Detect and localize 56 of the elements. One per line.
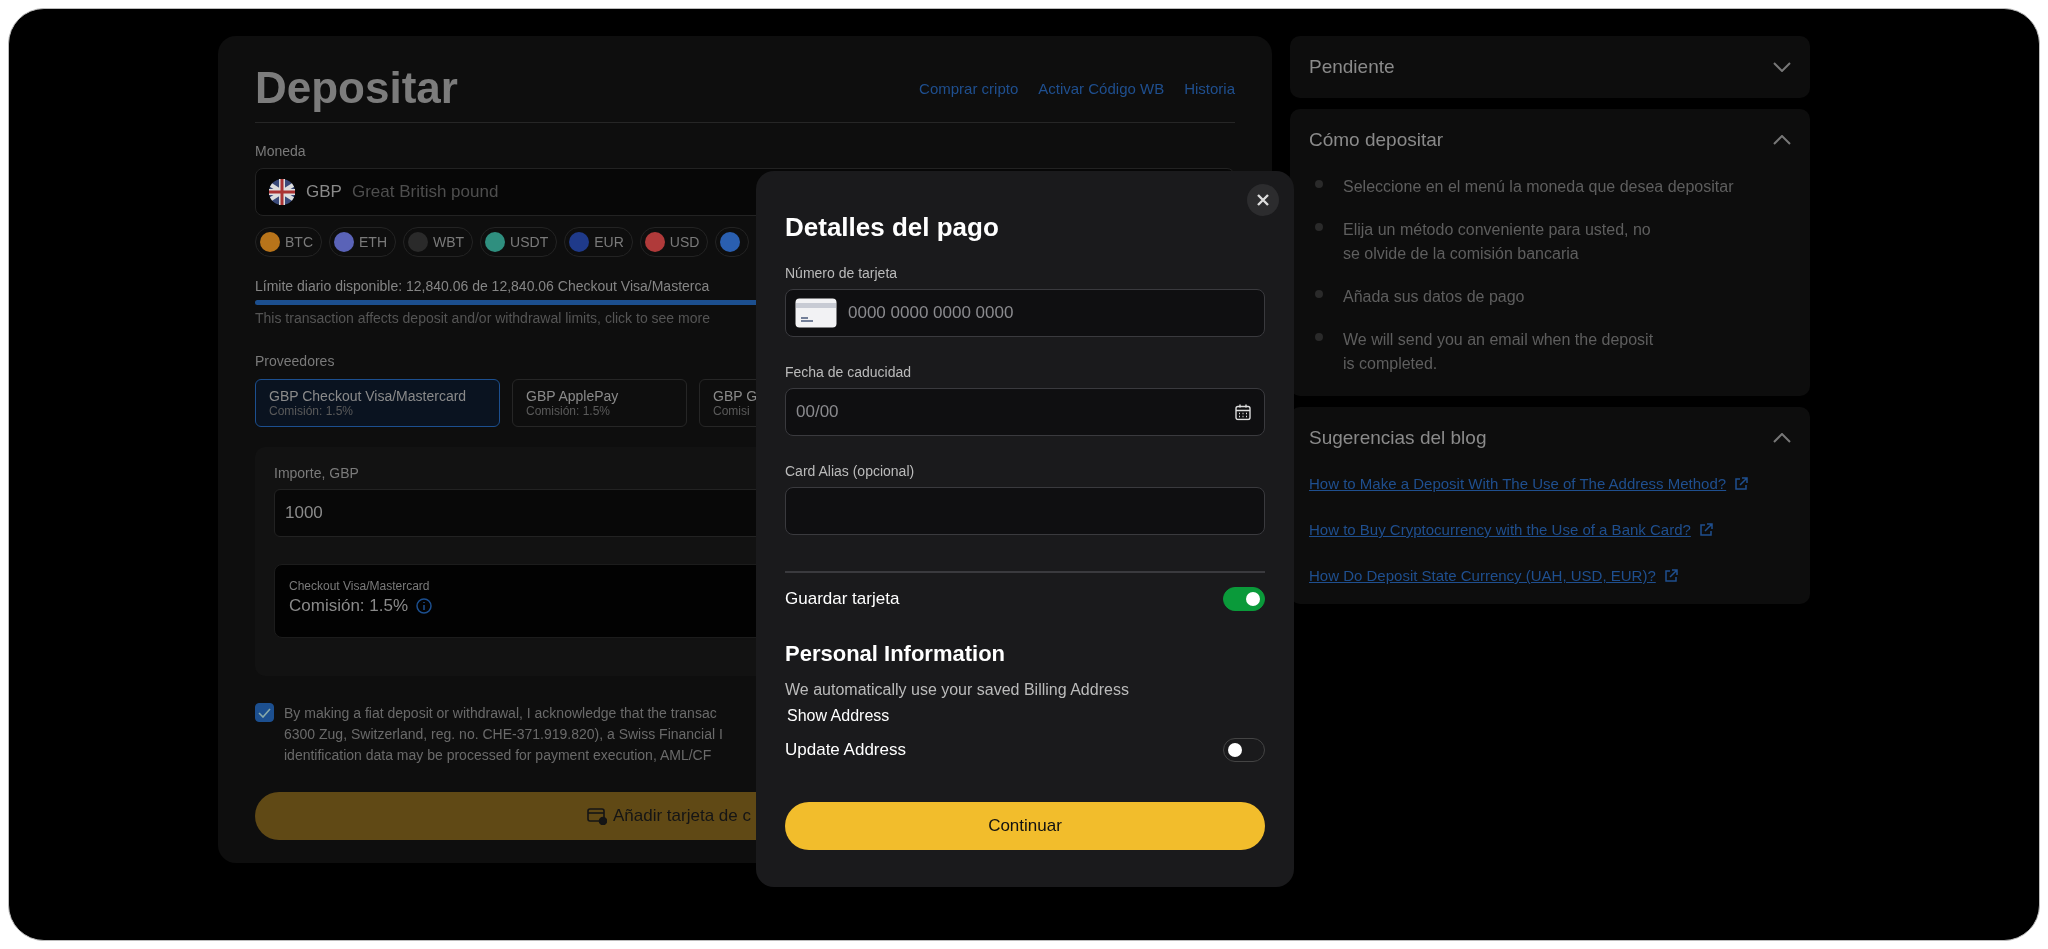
step-dot (1315, 290, 1323, 298)
toggle-label: Update Address (785, 740, 906, 760)
provider-option[interactable]: GBP ApplePay Comisión: 1.5% (512, 379, 687, 427)
info-text: We automatically use your saved Billing Address (785, 681, 1130, 699)
consent-checkbox[interactable] (255, 703, 274, 722)
field-label: Importe, GBP (274, 465, 359, 481)
header-link[interactable]: Historia (1184, 79, 1235, 97)
external-link-icon (1698, 522, 1713, 537)
field-label: Card Alias (opcional) (785, 463, 916, 479)
blog-link[interactable]: How Do Deposit State Currency (UAH, USD, EUR)? (1309, 567, 1656, 584)
field-label: Proveedores (255, 353, 335, 369)
blog-link[interactable]: How to Buy Cryptocurrency with the Use of a Bank Card? (1309, 521, 1691, 538)
currency-name: Great British pound (351, 182, 499, 202)
limit-text: Límite diario disponible: 12,840.06 de 12,840.06 Checkout Visa/Masterca (255, 278, 710, 294)
blog-card-title[interactable]: Sugerencias del blog (1309, 427, 1487, 449)
field-label: Moneda (255, 143, 306, 159)
info-icon[interactable] (416, 598, 433, 614)
step-dot (1315, 223, 1323, 231)
field-label: Número de tarjeta (785, 265, 899, 281)
chevron-down-icon[interactable] (1773, 62, 1791, 72)
update-address-toggle[interactable] (1223, 738, 1265, 762)
input-field[interactable] (785, 487, 1265, 535)
add-card-icon (587, 807, 607, 825)
step-dot (1315, 180, 1323, 188)
step-dot (1315, 333, 1323, 341)
save-card-toggle[interactable] (1223, 587, 1265, 611)
currency-code: GBP (306, 182, 342, 202)
consent-text: By making a fiat deposit or withdrawal, I acknowledge that the transac 6300 Zug, Switzerland, reg. no. CHE-371.919.820), a Swiss Financial I identification data may be processed for payment execution, AML/CF (284, 704, 723, 765)
header-link[interactable]: Comprar cripto (919, 79, 1019, 97)
close-button[interactable] (1247, 184, 1279, 216)
steps-card-title[interactable]: Cómo depositar (1309, 129, 1444, 151)
step-text: Seleccione en el menú la moneda que desea depositar (1343, 177, 1734, 197)
external-link-icon (1734, 476, 1749, 491)
flag-icon (268, 178, 296, 206)
calendar-icon[interactable] (1235, 403, 1251, 421)
external-link-icon (1663, 568, 1678, 583)
field-label: Fecha de caducidad (785, 364, 913, 380)
method-name: Checkout Visa/Mastercard (289, 579, 431, 593)
show-address-link[interactable]: Show Address (787, 707, 1265, 725)
chevron-up-icon[interactable] (1773, 135, 1791, 145)
provider-option[interactable]: GBP Checkout Visa/Mastercard Comisión: 1.5% (255, 379, 500, 427)
step-text: Elija un método conveniente para usted, no se olvide de la comisión bancaria (1343, 220, 1651, 264)
card-title[interactable]: Pendiente (1309, 56, 1395, 78)
method-fee: Comisión: 1.5% (289, 596, 409, 616)
chevron-up-icon[interactable] (1773, 433, 1791, 443)
continue-button[interactable]: Continuar (785, 802, 1265, 850)
blog-link[interactable]: How to Make a Deposit With The Use of The Address Method? (1309, 475, 1727, 492)
input-field[interactable]: 0000 0000 0000 0000 (785, 289, 1265, 337)
close-icon (1257, 194, 1269, 206)
section-title: Personal Information (785, 641, 1007, 667)
header-link[interactable]: Activar Código WB (1038, 79, 1165, 97)
toggle-label: Guardar tarjeta (785, 589, 900, 609)
step-text: We will send you an email when the deposit is completed. (1343, 330, 1654, 374)
step-text: Añada sus datos de pago (1343, 287, 1525, 307)
input-field[interactable]: 00/00 (785, 388, 1265, 436)
page-title: Depositar (255, 63, 458, 113)
